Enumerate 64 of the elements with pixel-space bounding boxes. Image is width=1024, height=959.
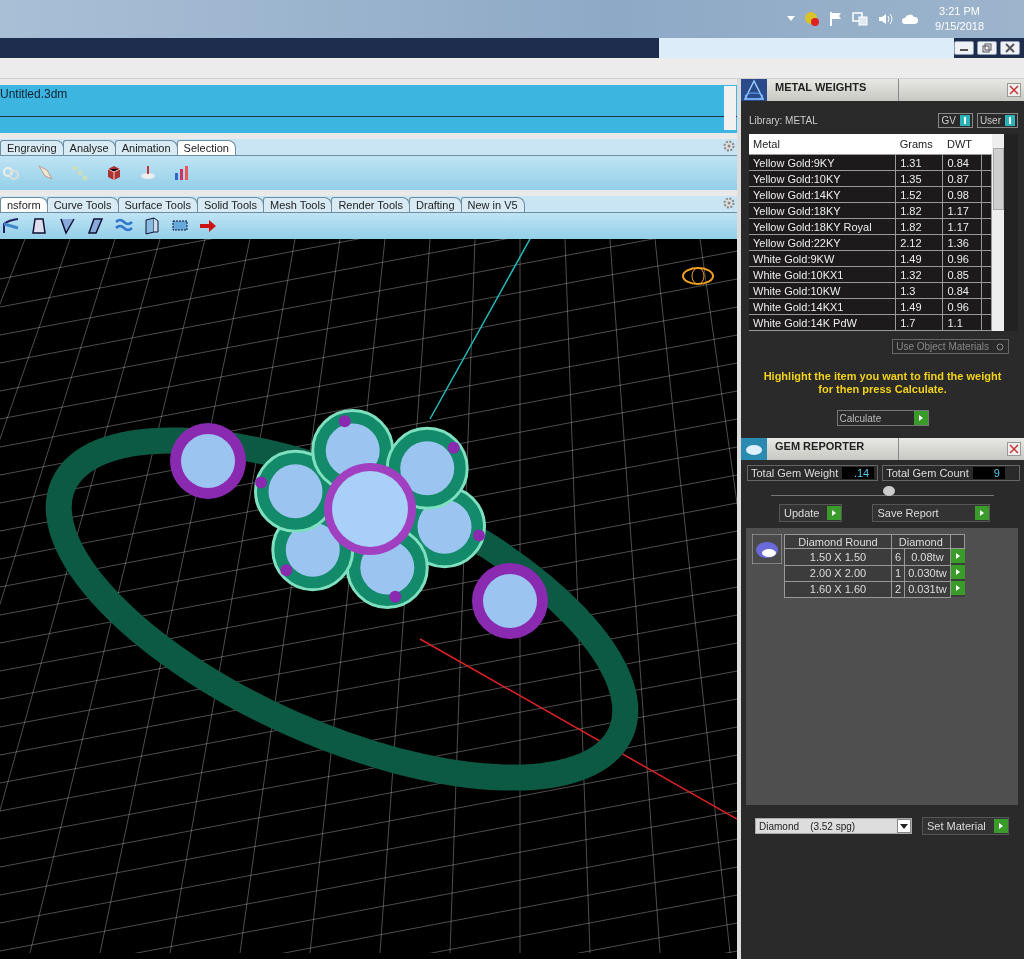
play-icon[interactable] xyxy=(993,819,1008,833)
scrollbar[interactable] xyxy=(992,134,1004,331)
action-button[interactable]: Update xyxy=(779,504,843,522)
panel-title: METAL WEIGHTS xyxy=(767,79,899,101)
settings-icon[interactable] xyxy=(723,197,735,209)
clock-time: 3:21 PM xyxy=(939,4,980,19)
toolbar-tab[interactable]: Render Tools xyxy=(331,197,411,212)
column-header: Diamond xyxy=(891,534,951,549)
table-cell[interactable]: 1.31 xyxy=(895,154,943,171)
panel-icon[interactable] xyxy=(142,216,162,236)
settings-icon[interactable] xyxy=(723,140,735,152)
slider-handle[interactable] xyxy=(882,486,895,496)
sweep-icon[interactable] xyxy=(58,216,78,236)
action-button[interactable]: Save Report xyxy=(872,504,991,522)
gem-logo-icon xyxy=(741,438,767,460)
cloud-icon xyxy=(902,12,919,26)
minimize-button[interactable] xyxy=(954,41,974,55)
toolbar-tab[interactable]: Selection xyxy=(176,140,236,155)
toolbar-tab[interactable]: New in V5 xyxy=(460,197,525,212)
toolbar-tab[interactable]: Surface Tools xyxy=(117,197,198,212)
use-object-materials-button[interactable]: Use Object Materials xyxy=(892,339,1009,354)
toolbar-tab[interactable]: Mesh Tools xyxy=(262,197,333,212)
clock-date: 9/15/2018 xyxy=(935,19,984,34)
file-name: Untitled.3dm xyxy=(0,87,68,101)
network-icon xyxy=(852,11,869,27)
material-dropdown[interactable]: Diamond (3.52 spg) xyxy=(755,818,912,834)
column-header: Metal xyxy=(749,134,896,155)
gem-gizmo-icon[interactable] xyxy=(682,267,714,285)
set-material-button[interactable]: Set Material xyxy=(922,817,1009,835)
restore-icon[interactable] xyxy=(982,43,992,53)
circle-icon[interactable] xyxy=(995,341,1005,352)
play-icon[interactable] xyxy=(975,506,990,520)
play-icon[interactable] xyxy=(913,411,928,425)
toolbar-tab[interactable]: nsform xyxy=(0,197,48,212)
close-icon[interactable] xyxy=(1005,43,1015,53)
table-cell[interactable]: 0.84 xyxy=(942,154,982,171)
restore-button[interactable] xyxy=(977,41,997,55)
table-cell[interactable]: Yellow Gold:9KY xyxy=(749,154,896,171)
toolbar-tab[interactable]: Solid Tools xyxy=(196,197,264,212)
toolbar-tab[interactable]: Animation xyxy=(114,140,178,155)
gem-icon xyxy=(752,534,782,564)
toggle-switch[interactable]: User xyxy=(976,113,1018,128)
toolbar-tab[interactable]: Engraving xyxy=(0,140,64,155)
caret-icon[interactable] xyxy=(900,823,908,829)
toolbar-tab[interactable]: Analyse xyxy=(62,140,116,155)
speaker-icon xyxy=(877,11,894,27)
toolbar-tab[interactable]: Drafting xyxy=(409,197,462,212)
column-header: Grams xyxy=(895,134,943,155)
play-icon[interactable] xyxy=(827,506,842,520)
library-label: Library: METAL xyxy=(749,115,818,126)
instruction-text: Highlight the item you want to find the weight for then press Calculate. xyxy=(762,370,1003,396)
toolbar-tab[interactable]: Curve Tools xyxy=(46,197,119,212)
calculate-button[interactable]: Calculate xyxy=(836,410,929,426)
security-icon xyxy=(804,11,821,27)
flag-icon xyxy=(829,11,844,27)
column-header: DWT xyxy=(942,134,982,155)
pyramid-logo-icon xyxy=(741,79,767,101)
close-button[interactable] xyxy=(1000,41,1020,55)
scrollbar xyxy=(724,86,736,130)
caret-icon xyxy=(787,16,796,22)
column-header: Diamond Round xyxy=(784,534,892,549)
panel-title: GEM REPORTER xyxy=(767,438,899,460)
slant-icon[interactable] xyxy=(86,216,106,236)
toggle-switch[interactable]: GV xyxy=(938,113,973,128)
